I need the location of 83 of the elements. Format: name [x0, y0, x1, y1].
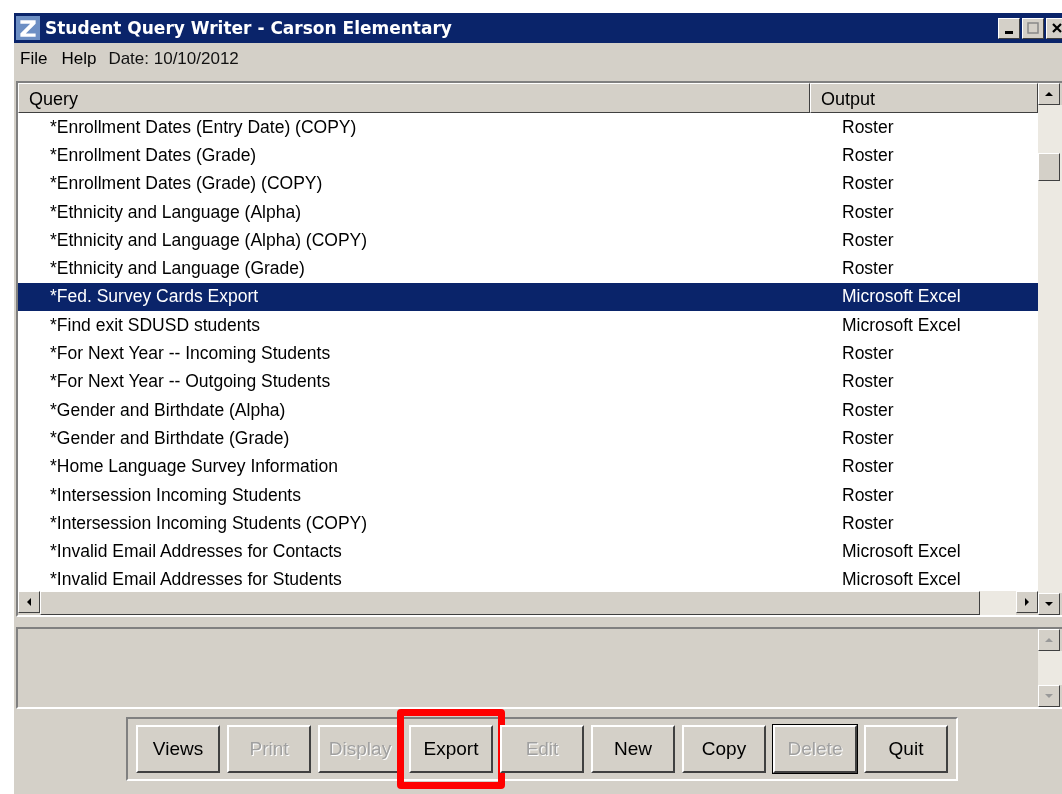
table-cell-text: *Find exit SDUSD students — [49, 314, 262, 336]
table-cell-text: *Enrollment Dates (Entry Date) (COPY) — [49, 116, 358, 138]
scroll-down-button[interactable] — [1038, 593, 1060, 615]
close-icon — [1051, 22, 1062, 34]
column-header[interactable]: Query — [18, 83, 810, 113]
action-button[interactable]: Views — [136, 725, 220, 773]
table-cell-text: *Ethnicity and Language (Alpha) — [49, 201, 302, 223]
table-row[interactable]: *For Next Year -- Outgoing Students Roster — [18, 367, 1038, 396]
scrollbar-thumb[interactable] — [40, 591, 980, 615]
table-cell-text: Microsoft Excel — [841, 541, 961, 563]
table-row[interactable]: *Fed. Survey Cards Export Microsoft Excel — [18, 282, 1038, 312]
up-arrow-icon — [1045, 90, 1053, 98]
table-row[interactable]: *Invalid Email Addresses for Contacts Microsoft Excel — [18, 537, 1038, 566]
table-row[interactable]: *Find exit SDUSD students Microsoft Excel — [18, 311, 1038, 340]
maximize-button[interactable] — [1022, 17, 1044, 39]
minimize-icon — [1005, 30, 1013, 34]
table-cell-text: Roster — [841, 512, 894, 534]
table-cell-text: Roster — [841, 371, 894, 393]
scroll-left-button[interactable] — [18, 591, 40, 613]
up-arrow-icon — [1045, 636, 1053, 644]
table-cell-text: *Enrollment Dates (Grade) (COPY) — [49, 173, 324, 195]
table-cell-text: Microsoft Excel — [841, 314, 961, 336]
table-row[interactable]: *Ethnicity and Language (Alpha) Roster — [18, 197, 1038, 227]
scrollbar-thumb[interactable] — [1038, 153, 1060, 181]
down-arrow-icon — [1045, 600, 1053, 608]
minimize-button[interactable] — [998, 17, 1020, 39]
left-arrow-icon — [25, 598, 33, 606]
action-button[interactable]: Export — [409, 725, 493, 773]
scroll-up-button[interactable] — [1038, 629, 1060, 651]
table-row[interactable]: *Intersession Incoming Students Roster — [18, 480, 1038, 510]
menu-item[interactable]: File — [20, 49, 48, 69]
table-row[interactable]: *Gender and Birthdate (Alpha) Roster — [18, 395, 1038, 425]
window-title: Student Query Writer - Carson Elementary — [45, 18, 453, 38]
table-cell-text: Roster — [841, 427, 894, 449]
table-row[interactable]: *Ethnicity and Language (Alpha) (COPY) Roster — [18, 226, 1038, 255]
table-cell-text: *Gender and Birthdate (Alpha) — [49, 399, 287, 421]
table-cell-text: Microsoft Excel — [841, 569, 961, 591]
table-cell-text: Microsoft Excel — [841, 286, 961, 308]
table-cell-text: *For Next Year -- Outgoing Students — [49, 371, 332, 393]
table-cell-text: *For Next Year -- Incoming Students — [49, 343, 332, 364]
action-button[interactable]: Copy — [682, 725, 766, 773]
table-cell-text: *Ethnicity and Language (Alpha) (COPY) — [49, 229, 369, 251]
table-cell-text: Roster — [841, 229, 894, 251]
app-icon — [16, 16, 40, 40]
close-button[interactable] — [1046, 17, 1062, 39]
table-cell-text: *Invalid Email Addresses for Contacts — [49, 541, 343, 563]
table-cell-text: *Fed. Survey Cards Export — [49, 286, 260, 308]
table-cell-text: *Gender and Birthdate (Grade) — [49, 427, 291, 449]
table-row[interactable]: *Gender and Birthdate (Grade) Roster — [18, 424, 1038, 453]
table-row[interactable]: *Enrollment Dates (Entry Date) (COPY) Roster — [18, 113, 1038, 142]
table-cell-text: Roster — [841, 173, 894, 195]
table-cell-text: *Intersession Incoming Students — [49, 484, 302, 506]
table-row[interactable]: *Enrollment Dates (Grade) Roster — [18, 141, 1038, 170]
table-cell-text: *Invalid Email Addresses for Students — [49, 569, 343, 591]
maximize-icon — [1027, 22, 1039, 34]
scroll-right-button[interactable] — [1016, 591, 1038, 613]
down-arrow-icon — [1045, 692, 1053, 700]
table-row[interactable]: *Invalid Email Addresses for Students Microsoft Excel — [18, 565, 1038, 591]
table-row[interactable]: *Enrollment Dates (Grade) (COPY) Roster — [18, 169, 1038, 198]
table-cell-text: Roster — [841, 399, 894, 421]
date-label: Date: 10/10/2012 — [108, 49, 239, 69]
table-cell-text: Roster — [841, 144, 894, 166]
scroll-down-button[interactable] — [1038, 685, 1060, 707]
action-button[interactable]: Quit — [864, 725, 948, 773]
table-cell-text: Roster — [841, 258, 894, 280]
action-button[interactable]: New — [591, 725, 675, 773]
table-row[interactable]: *Home Language Survey Information Roster — [18, 452, 1038, 481]
scroll-up-button[interactable] — [1038, 83, 1060, 105]
table-cell-text: Roster — [841, 343, 894, 364]
table-cell-text: *Ethnicity and Language (Grade) — [49, 258, 306, 280]
table-cell-text: Roster — [841, 201, 894, 223]
table-cell-text: *Home Language Survey Information — [49, 456, 339, 478]
table-cell-text: Roster — [841, 116, 894, 138]
table-cell-text: Roster — [841, 456, 894, 478]
menu-item[interactable]: Help — [61, 49, 97, 69]
table-row[interactable]: *Ethnicity and Language (Grade) Roster — [18, 254, 1038, 283]
table-cell-text: *Enrollment Dates (Grade) — [49, 144, 258, 166]
table-cell-text: *Intersession Incoming Students (COPY) — [49, 512, 369, 534]
table-cell-text: Roster — [841, 484, 894, 506]
table-row[interactable]: *For Next Year -- Incoming Students Roster — [18, 339, 1038, 368]
table-row[interactable]: *Intersession Incoming Students (COPY) Roster — [18, 509, 1038, 538]
right-arrow-icon — [1023, 598, 1031, 606]
column-header[interactable]: Output — [810, 83, 1038, 113]
